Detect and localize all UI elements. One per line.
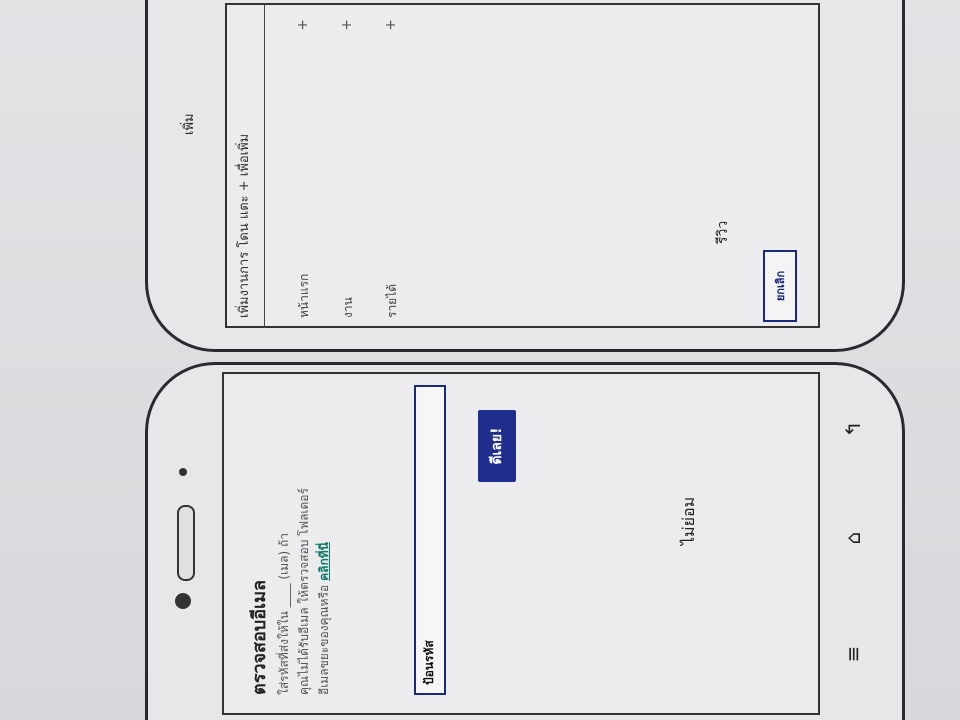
verify-panel: ตรวจสอบอีเมล ใส่รหัสที่ส่งให้ใน ____ (เม…: [222, 372, 820, 715]
earpiece-speaker: [177, 505, 195, 581]
description-line: อีเมลขยะของคุณหรือ: [317, 584, 331, 695]
review-caption: รีวิว: [715, 220, 731, 244]
confirm-button[interactable]: ดีเลย!: [478, 410, 516, 482]
list-item-income[interactable]: รายได้ +: [383, 3, 427, 328]
description-line: ใส่รหัสที่ส่งให้ใน ____ (เมล) ถ้า: [277, 533, 291, 695]
verification-code-input[interactable]: ป้อนรหัส: [414, 385, 446, 695]
click-here-link[interactable]: คลิกที่นี่: [317, 542, 331, 581]
list-item-label: หน้าแรก: [297, 273, 311, 318]
settings-panel: เพิ่มงานการ โดน แตะ + เพื่อเพิ่ม หน้าแรก…: [225, 3, 820, 328]
add-icon[interactable]: +: [383, 19, 399, 31]
settings-header: เพิ่มงานการ โดน แตะ + เพื่อเพิ่ม: [225, 3, 265, 328]
menu-icon[interactable]: ≡: [840, 641, 866, 667]
description-line: คุณไม่ได้รับอีเมล ให้ตรวจสอบ โฟลเดอร์: [297, 488, 311, 695]
list-item-work[interactable]: งาน +: [339, 3, 383, 328]
settings-list: หน้าแรก + งาน + รายได้ +: [295, 3, 427, 328]
add-annotation: เพิ่ม: [182, 113, 197, 135]
back-icon[interactable]: ↰: [840, 416, 866, 442]
reject-caption: ไม่ย่อม: [679, 496, 698, 545]
add-icon[interactable]: +: [295, 19, 311, 31]
cancel-button[interactable]: ยกเลิก: [763, 250, 797, 322]
description-line-with-link: อีเมลขยะของคุณหรือ คลิกที่นี่: [314, 385, 334, 695]
add-icon[interactable]: +: [339, 19, 355, 31]
list-item-label: งาน: [341, 297, 355, 318]
list-item-home[interactable]: หน้าแรก +: [295, 3, 339, 328]
verify-description: ใส่รหัสที่ส่งให้ใน ____ (เมล) ถ้า คุณไม่…: [274, 385, 334, 695]
list-item-label: รายได้: [385, 283, 399, 318]
page-title: ตรวจสอบอีเมล: [249, 579, 270, 695]
home-icon[interactable]: ⌂: [840, 525, 866, 551]
front-camera: [175, 593, 191, 609]
proximity-sensor: [179, 468, 187, 476]
